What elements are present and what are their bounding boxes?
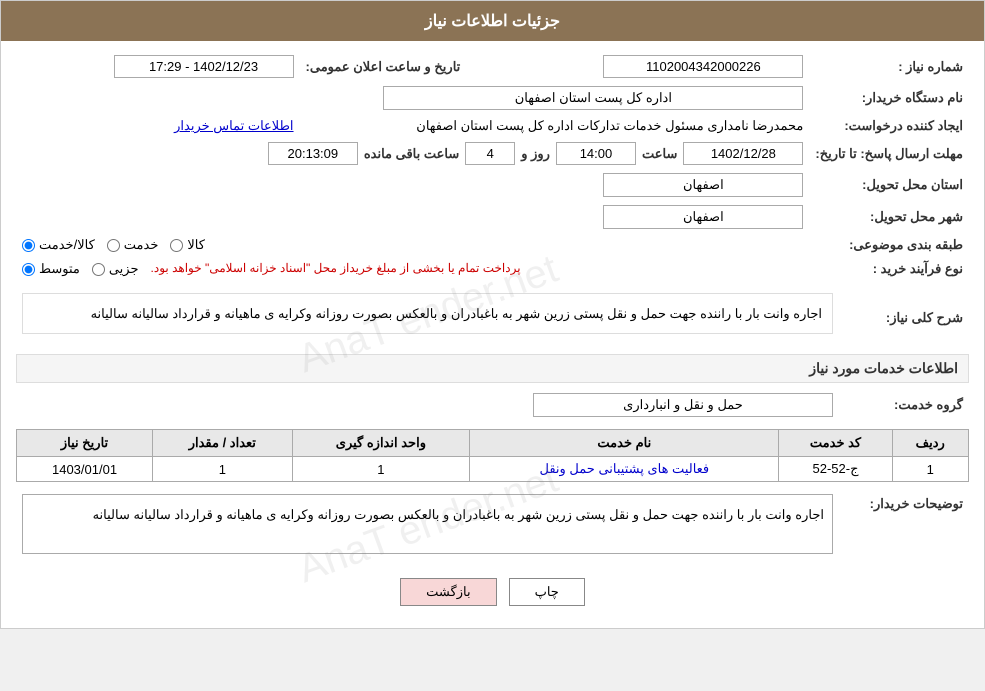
description-box: AnaT ender.net اجاره وانت بار با راننده … — [22, 293, 833, 334]
back-button[interactable]: بازگشت — [400, 578, 496, 606]
service-group-label: گروه خدمت: — [839, 389, 969, 421]
deadline-time-label: ساعت — [642, 146, 677, 162]
buyer-description-text: اجاره وانت بار با راننده جهت حمل و نقل پ… — [93, 507, 824, 522]
need-number-box: 1102004342000226 — [603, 55, 803, 78]
delivery-city-label: شهر محل تحویل: — [809, 201, 969, 233]
col-need-date: تاریخ نیاز — [17, 430, 153, 457]
contact-link-cell: اطلاعات تماس خریدار — [16, 114, 300, 138]
creator-value: محمدرضا نامداری مسئول خدمات تداركات ادار… — [300, 114, 810, 138]
delivery-province-label: استان محل تحویل: — [809, 169, 969, 201]
deadline-remaining-label: ساعت باقی مانده — [364, 146, 459, 162]
col-quantity: تعداد / مقدار — [153, 430, 293, 457]
table-row: 1 ج-52-52 فعالیت های پشتیبانی حمل ونقل 1… — [17, 457, 969, 482]
cell-date: 1403/01/01 — [17, 457, 153, 482]
announce-date-value: 1402/12/23 - 17:29 — [16, 51, 300, 82]
category-radio-goods-service[interactable] — [22, 239, 35, 252]
deadline-remaining-box: 20:13:09 — [268, 142, 358, 165]
need-number-value: 1102004342000226 — [496, 51, 809, 82]
category-radio-service[interactable] — [107, 239, 120, 252]
category-label-goods-service: کالا/خدمت — [39, 237, 95, 253]
service-group-table: گروه خدمت: حمل و نقل و انبارداری — [16, 389, 969, 421]
delivery-province-box: اصفهان — [603, 173, 803, 197]
description-section: شرح کلی نیاز: AnaT ender.net اجاره وانت … — [16, 289, 969, 346]
process-item-medium[interactable]: متوسط — [22, 261, 80, 277]
announce-date-box: 1402/12/23 - 17:29 — [114, 55, 294, 78]
description-label: شرح کلی نیاز: — [839, 289, 969, 346]
process-radio-minor[interactable] — [92, 263, 105, 276]
process-radio-medium[interactable] — [22, 263, 35, 276]
deadline-days-box: 4 — [465, 142, 515, 165]
delivery-city-box: اصفهان — [603, 205, 803, 229]
category-row: کالا/خدمت خدمت کالا — [16, 233, 809, 257]
process-label: نوع فرآیند خرید : — [809, 257, 969, 281]
deadline-days-label: روز و — [521, 146, 550, 162]
cell-name[interactable]: فعالیت های پشتیبانی حمل ونقل — [470, 457, 779, 482]
creator-label: ایجاد کننده درخواست: — [809, 114, 969, 138]
category-label-service: خدمت — [124, 237, 159, 253]
cell-quantity: 1 — [153, 457, 293, 482]
delivery-province-value: اصفهان — [16, 169, 809, 201]
process-label-minor: جزیی — [109, 261, 139, 277]
category-item-goods-service[interactable]: کالا/خدمت — [22, 237, 95, 253]
footer-buttons: چاپ بازگشت — [16, 566, 969, 618]
category-label: طبقه بندی موضوعی: — [809, 233, 969, 257]
col-service-name: نام خدمت — [470, 430, 779, 457]
process-label-medium: متوسط — [39, 261, 80, 277]
cell-row-num: 1 — [892, 457, 968, 482]
org-name-value: اداره کل پست استان اصفهان — [16, 82, 809, 114]
description-text: اجاره وانت بار با راننده جهت حمل و نقل پ… — [91, 306, 822, 321]
buyer-desc-content: AnaT ender.net اجاره وانت بار با راننده … — [16, 490, 839, 558]
col-row-number: ردیف — [892, 430, 968, 457]
process-row: متوسط جزیی پرداخت تمام یا بخشی از مبلغ خ… — [16, 257, 809, 281]
contact-link[interactable]: اطلاعات تماس خریدار — [174, 118, 293, 133]
print-button[interactable]: چاپ — [509, 578, 585, 606]
category-item-service[interactable]: خدمت — [107, 237, 159, 253]
col-service-code: کد خدمت — [779, 430, 892, 457]
category-item-goods[interactable]: کالا — [170, 237, 205, 253]
deadline-row: 1402/12/28 ساعت 14:00 روز و 4 ساعت باقی … — [16, 138, 809, 169]
cell-code: ج-52-52 — [779, 457, 892, 482]
delivery-city-value: اصفهان — [16, 201, 809, 233]
process-note: پرداخت تمام یا بخشی از مبلغ خریداز محل "… — [151, 261, 521, 275]
services-section-title: اطلاعات خدمات مورد نیاز — [16, 354, 969, 383]
service-group-box: حمل و نقل و انبارداری — [533, 393, 833, 417]
category-radio-goods[interactable] — [170, 239, 183, 252]
page-header: جزئیات اطلاعات نیاز — [1, 1, 984, 41]
deadline-time-box: 14:00 — [556, 142, 636, 165]
buyer-desc-label: توضیحات خریدار: — [839, 490, 969, 558]
need-number-label: شماره نیاز : — [809, 51, 969, 82]
info-table: شماره نیاز : 1102004342000226 تاریخ و سا… — [16, 51, 969, 281]
services-table: ردیف کد خدمت نام خدمت واحد اندازه گیری ت… — [16, 429, 969, 482]
org-name-box: اداره کل پست استان اصفهان — [383, 86, 803, 110]
cell-unit: 1 — [292, 457, 470, 482]
description-content: AnaT ender.net اجاره وانت بار با راننده … — [16, 289, 839, 346]
process-item-minor[interactable]: جزیی — [92, 261, 139, 277]
creator-text: محمدرضا نامداری مسئول خدمات تداركات ادار… — [416, 118, 803, 133]
col-unit: واحد اندازه گیری — [292, 430, 470, 457]
org-name-label: نام دستگاه خریدار: — [809, 82, 969, 114]
buyer-description-box: AnaT ender.net اجاره وانت بار با راننده … — [22, 494, 833, 554]
page-title: جزئیات اطلاعات نیاز — [425, 13, 560, 30]
service-group-value: حمل و نقل و انبارداری — [16, 389, 839, 421]
deadline-date-box: 1402/12/28 — [683, 142, 803, 165]
deadline-label: مهلت ارسال پاسخ: تا تاریخ: — [809, 138, 969, 169]
buyer-description-table: توضیحات خریدار: AnaT ender.net اجاره وان… — [16, 490, 969, 558]
category-label-goods: کالا — [187, 237, 205, 253]
announce-date-label: تاریخ و ساعت اعلان عمومی: — [300, 51, 467, 82]
